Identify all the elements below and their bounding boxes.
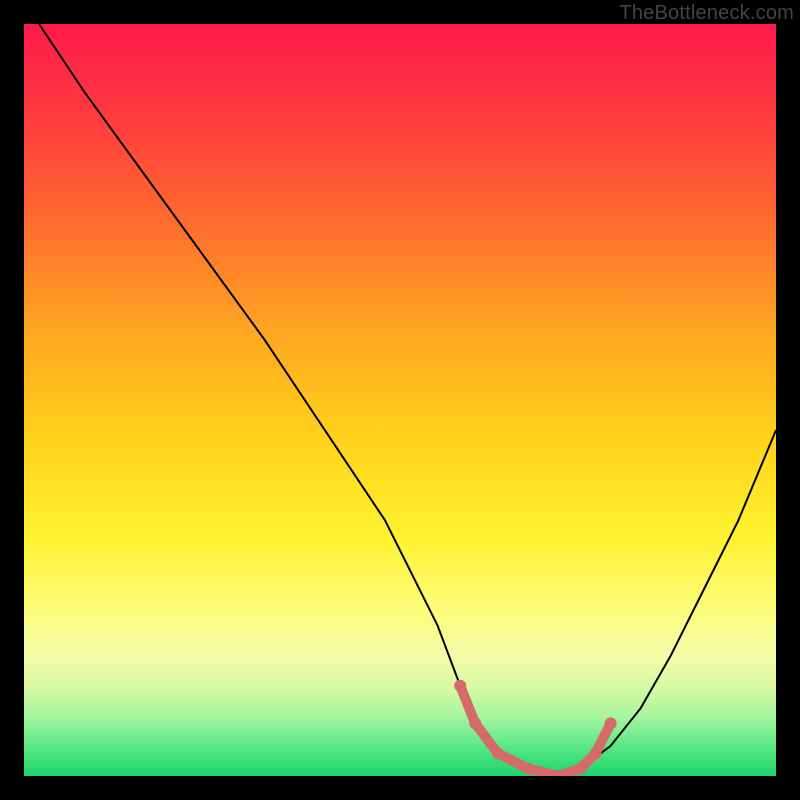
optimal-range-marker [460,686,610,776]
chart-svg [24,24,776,776]
optimal-range-dot [454,680,466,692]
bottleneck-curve-line [39,24,776,776]
optimal-range-dot [492,747,504,759]
watermark-text: TheBottleneck.com [619,2,794,25]
chart-plot-area [24,24,776,776]
chart-frame: TheBottleneck.com [0,0,800,800]
optimal-range-dot [605,717,617,729]
optimal-range-dot [469,717,481,729]
optimal-range-dot [575,763,587,775]
optimal-range-dot [590,747,602,759]
optimal-range-dot [522,763,534,775]
